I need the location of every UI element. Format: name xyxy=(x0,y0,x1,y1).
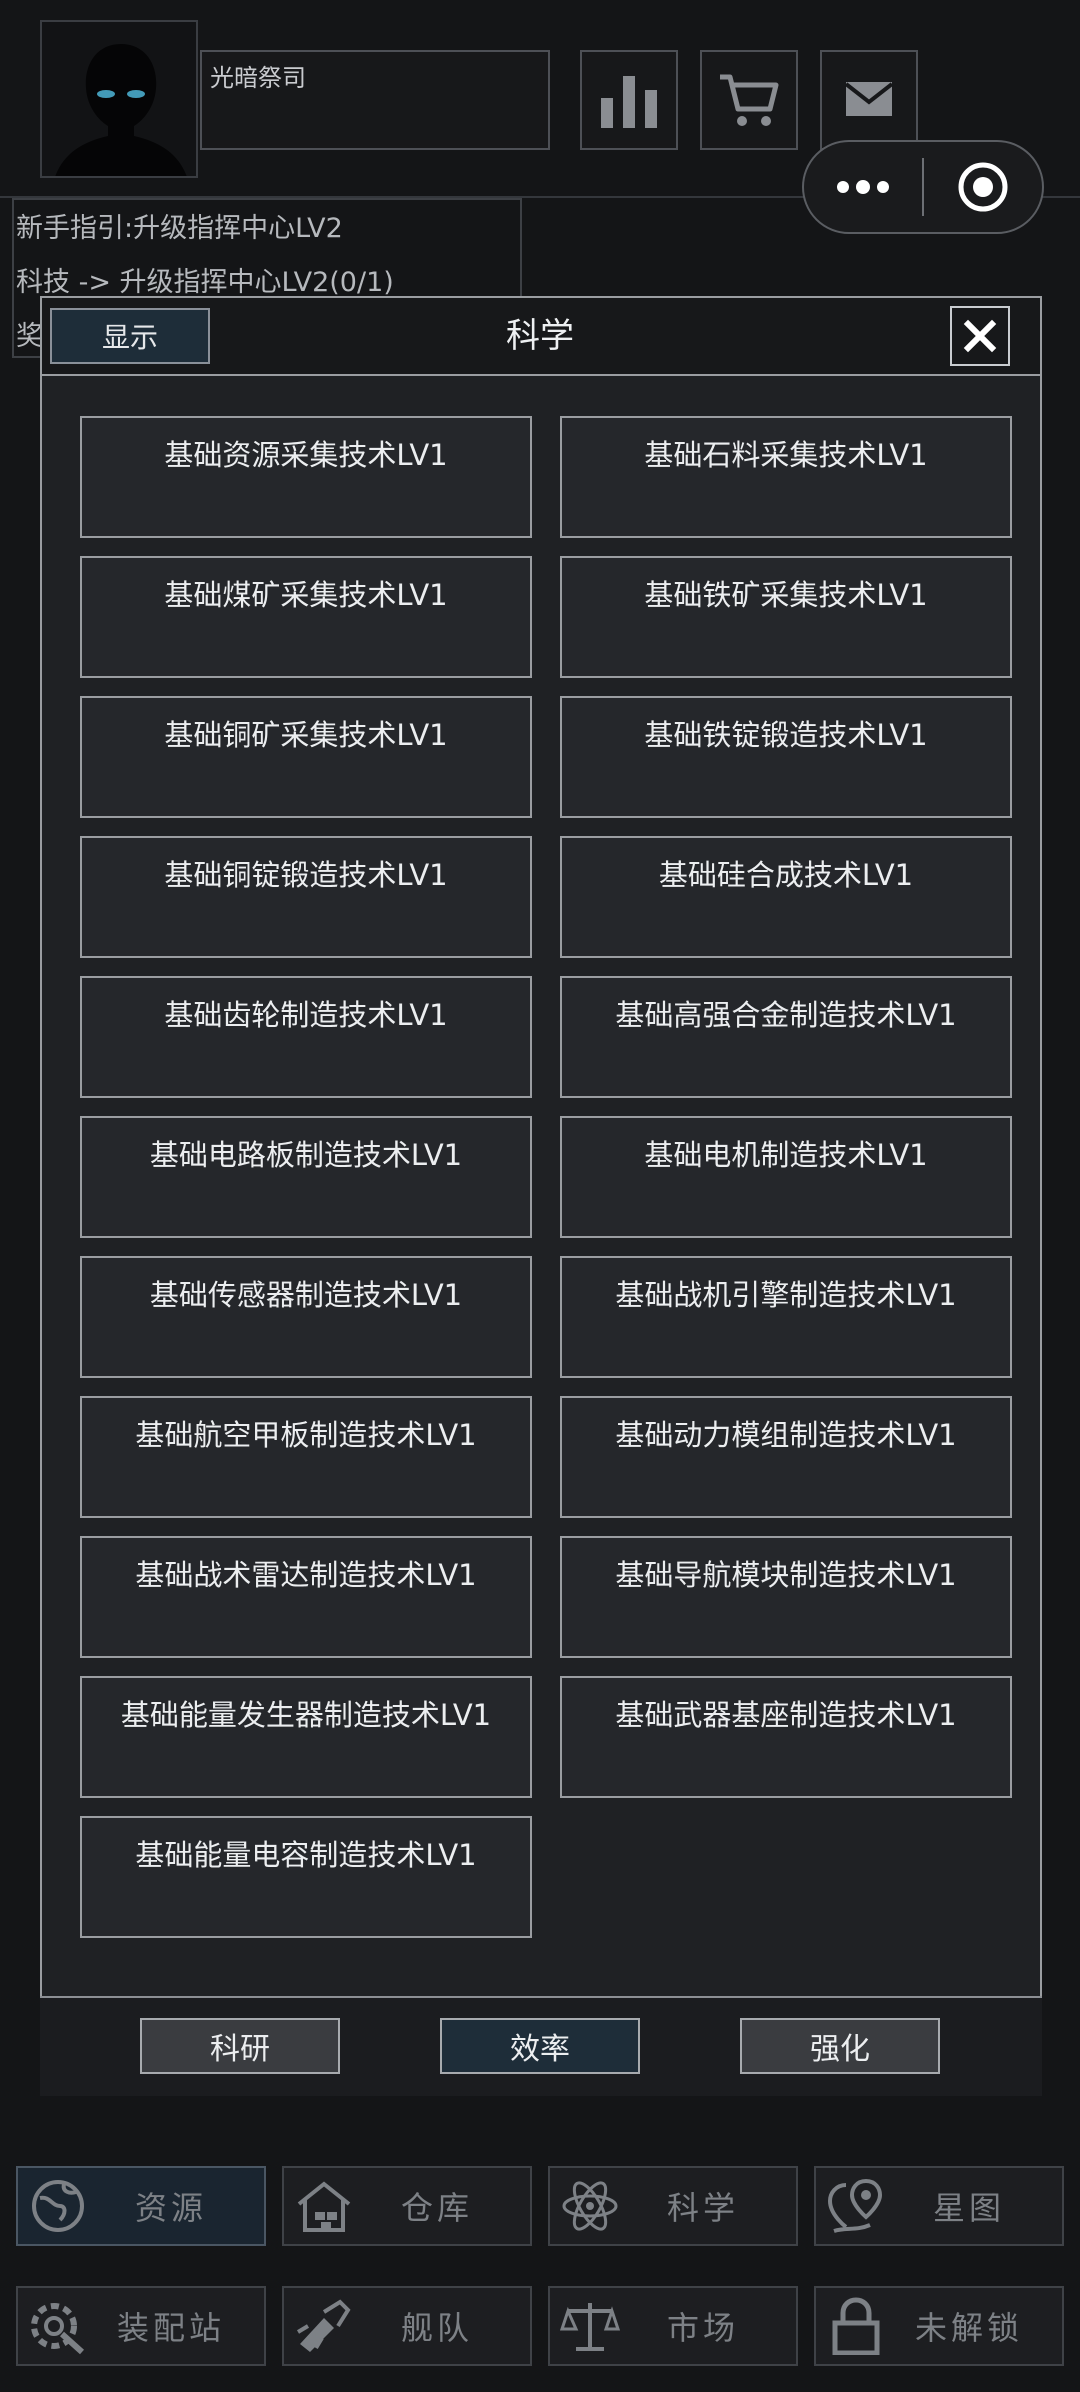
tech-card[interactable]: 基础动力模组制造技术LV1 xyxy=(560,1396,1012,1518)
tech-card[interactable]: 基础航空甲板制造技术LV1 xyxy=(80,1396,532,1518)
tech-card[interactable]: 基础武器基座制造技术LV1 xyxy=(560,1676,1012,1798)
guide-step: 科技 -> 升级指挥中心LV2(0/1) xyxy=(16,267,394,298)
tech-card[interactable]: 基础战机引擎制造技术LV1 xyxy=(560,1256,1012,1378)
guide-reward: 奖 xyxy=(16,321,43,352)
modal-title: 科学 xyxy=(506,316,574,356)
tech-card[interactable]: 基础石料采集技术LV1 xyxy=(560,416,1012,538)
map-pin-icon xyxy=(816,2168,896,2244)
nav-science[interactable]: 科学 xyxy=(548,2166,798,2246)
tech-card[interactable]: 基础战术雷达制造技术LV1 xyxy=(80,1536,532,1658)
tech-card[interactable]: 基础能量发生器制造技术LV1 xyxy=(80,1676,532,1798)
mail-button[interactable] xyxy=(820,50,918,150)
shop-button[interactable] xyxy=(700,50,798,150)
tech-card[interactable]: 基础能量电容制造技术LV1 xyxy=(80,1816,532,1938)
tech-card[interactable]: 基础传感器制造技术LV1 xyxy=(80,1256,532,1378)
tech-card[interactable]: 基础高强合金制造技术LV1 xyxy=(560,976,1012,1098)
nav-label: 科学 xyxy=(666,2189,739,2227)
guide-title: 新手指引:升级指挥中心LV2 xyxy=(16,213,343,244)
nav-label: 舰队 xyxy=(400,2309,473,2347)
nav-resources[interactable]: 资源 xyxy=(16,2166,266,2246)
mail-icon xyxy=(844,82,894,116)
more-dots-icon xyxy=(837,180,889,194)
close-button[interactable] xyxy=(950,306,1010,366)
atom-icon xyxy=(550,2168,630,2244)
nav-label: 资源 xyxy=(134,2189,207,2227)
nav-starmap[interactable]: 星图 xyxy=(814,2166,1064,2246)
nav-label: 装配站 xyxy=(116,2309,225,2347)
scale-icon xyxy=(550,2288,630,2364)
tech-card[interactable]: 基础煤矿采集技术LV1 xyxy=(80,556,532,678)
nav-warehouse[interactable]: 仓库 xyxy=(282,2166,532,2246)
tech-card[interactable]: 基础导航模块制造技术LV1 xyxy=(560,1536,1012,1658)
nav-assembly[interactable]: 装配站 xyxy=(16,2286,266,2366)
tech-card[interactable]: 基础齿轮制造技术LV1 xyxy=(80,976,532,1098)
tech-card[interactable]: 基础铜矿采集技术LV1 xyxy=(80,696,532,818)
nav-market[interactable]: 市场 xyxy=(548,2286,798,2366)
miniprogram-capsule xyxy=(802,140,1044,234)
warehouse-icon xyxy=(284,2168,364,2244)
avatar-silhouette-icon xyxy=(42,22,196,176)
nav-label: 星图 xyxy=(932,2189,1005,2227)
nav-label: 未解锁 xyxy=(914,2309,1023,2347)
player-avatar[interactable] xyxy=(40,20,198,178)
tech-card[interactable]: 基础铁锭锻造技术LV1 xyxy=(560,696,1012,818)
close-icon xyxy=(963,319,997,353)
tech-card[interactable]: 基础电路板制造技术LV1 xyxy=(80,1116,532,1238)
nav-label: 市场 xyxy=(666,2309,739,2347)
enhance-tab-button[interactable]: 强化 xyxy=(740,2018,940,2074)
player-name: 光暗祭司 xyxy=(200,50,550,150)
exit-button[interactable] xyxy=(924,142,1042,232)
tech-card[interactable]: 基础铜锭锻造技术LV1 xyxy=(80,836,532,958)
bar-chart-icon xyxy=(601,76,657,128)
display-toggle-button[interactable]: 显示 xyxy=(50,308,210,364)
research-tab-button[interactable]: 科研 xyxy=(140,2018,340,2074)
tech-card[interactable]: 基础硅合成技术LV1 xyxy=(560,836,1012,958)
tech-card[interactable]: 基础铁矿采集技术LV1 xyxy=(560,556,1012,678)
target-close-icon xyxy=(958,162,1008,212)
fleet-icon xyxy=(284,2288,364,2364)
nav-fleet[interactable]: 舰队 xyxy=(282,2286,532,2366)
globe-icon xyxy=(18,2168,98,2244)
lock-icon xyxy=(816,2288,896,2364)
cart-icon xyxy=(720,74,779,126)
stats-button[interactable] xyxy=(580,50,678,150)
nav-locked[interactable]: 未解锁 xyxy=(814,2286,1064,2366)
tech-card[interactable]: 基础电机制造技术LV1 xyxy=(560,1116,1012,1238)
more-button[interactable] xyxy=(804,142,922,232)
nav-label: 仓库 xyxy=(400,2189,473,2227)
tech-card[interactable]: 基础资源采集技术LV1 xyxy=(80,416,532,538)
efficiency-tab-button[interactable]: 效率 xyxy=(440,2018,640,2074)
gear-wrench-icon xyxy=(18,2288,98,2364)
